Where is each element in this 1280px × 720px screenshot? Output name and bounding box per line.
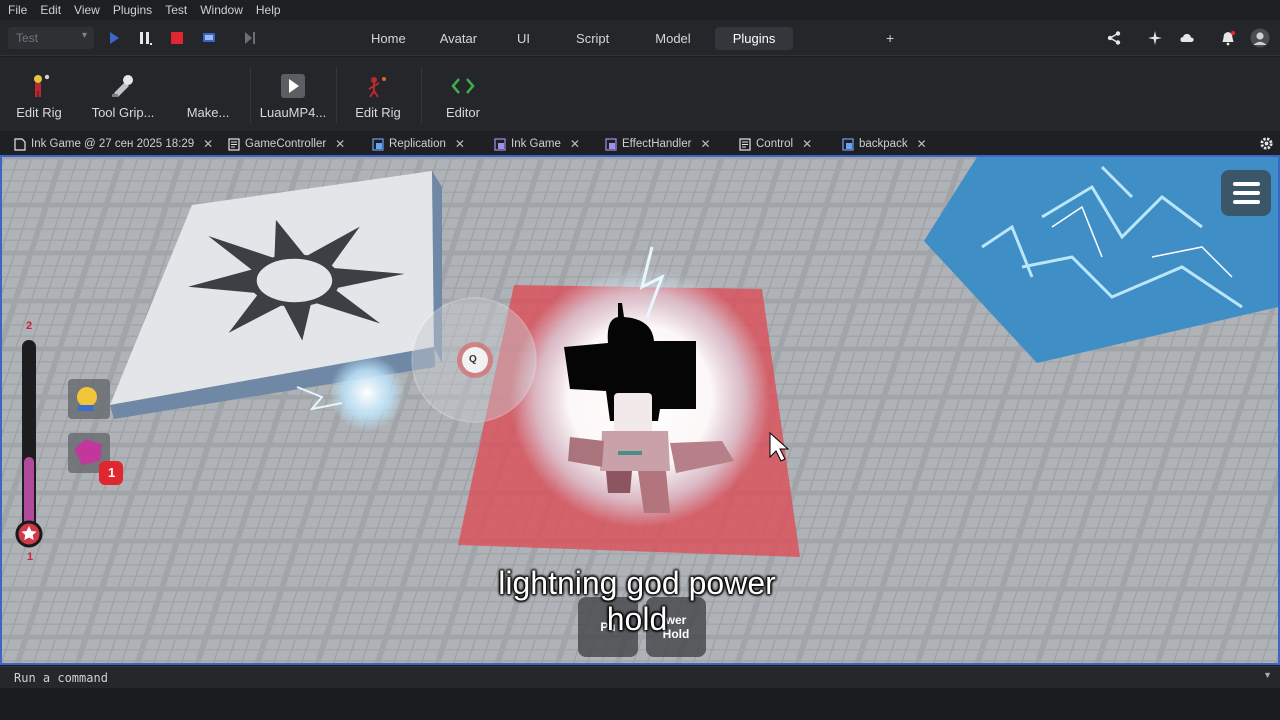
notifications-bell-icon[interactable]: [1220, 30, 1236, 46]
editor-label: Editor: [446, 105, 480, 120]
menu-edit[interactable]: Edit: [40, 3, 69, 17]
pause-icon[interactable]: [137, 30, 153, 46]
tab-ui[interactable]: UI: [495, 27, 552, 50]
doc-tab-label: EffectHandler: [622, 138, 692, 150]
doc-tab-replication[interactable]: Replication ✕: [372, 135, 465, 153]
rig-edit-icon: [368, 77, 386, 98]
command-input[interactable]: [6, 668, 1246, 688]
document-tabs: Ink Game @ 27 сен 2025 18:29 ✕ GameContr…: [0, 131, 1280, 157]
tab-model[interactable]: Model: [633, 27, 712, 50]
doc-tab-label: Replication: [389, 138, 446, 150]
doc-tab-label: Ink Game: [511, 138, 561, 150]
make-icon: [195, 73, 221, 99]
make-button[interactable]: Make...: [182, 73, 234, 120]
code-editor-icon: [451, 78, 475, 94]
avatar[interactable]: [1250, 28, 1270, 48]
menu-view[interactable]: View: [74, 3, 108, 17]
local-script-icon: [605, 137, 617, 151]
tab-avatar[interactable]: Avatar: [424, 27, 493, 50]
status-area: [0, 688, 1280, 720]
mode-select-value: Test: [16, 31, 39, 45]
play-video-icon: [281, 74, 305, 98]
module-script-icon: [842, 137, 854, 151]
close-icon[interactable]: ✕: [700, 137, 710, 151]
doc-tab-label: Ink Game @ 27 сен 2025 18:29: [31, 138, 195, 150]
chevron-down-icon: ▾: [81, 30, 87, 41]
ribbon-divider: [250, 67, 251, 123]
tool-grip-icon: [112, 75, 133, 97]
meter-top-value: 2: [26, 320, 33, 332]
menu-plugins[interactable]: Plugins: [113, 3, 160, 17]
edit-rig-label: Edit Rig: [16, 105, 62, 120]
game-viewport[interactable]: 2 1 1 Q Pu wer Hold lightning god power …: [0, 157, 1280, 665]
close-icon[interactable]: ✕: [917, 137, 927, 151]
client-server-icon[interactable]: [201, 30, 217, 46]
close-icon[interactable]: ✕: [802, 137, 812, 151]
doc-tab-label: GameController: [245, 138, 327, 150]
q-key-label: Q: [469, 354, 477, 365]
menu-window[interactable]: Window: [200, 3, 251, 17]
rig-figure-icon: [34, 74, 50, 97]
doc-tab-label: Control: [756, 138, 794, 150]
mode-select[interactable]: Test ▾: [8, 27, 94, 49]
menu-help[interactable]: Help: [256, 3, 289, 17]
close-icon[interactable]: ✕: [455, 137, 465, 151]
gear-icon[interactable]: [1259, 136, 1274, 151]
menu-bar: File Edit View Plugins Test Window Help: [0, 0, 1280, 20]
studio-window: File Edit View Plugins Test Window Help …: [0, 0, 1280, 720]
tool-grip-label: Tool Grip...: [91, 105, 155, 120]
edit-rig-2-button[interactable]: Edit Rig: [349, 73, 407, 120]
edit-rig-button[interactable]: Edit Rig: [10, 73, 68, 120]
place-file-icon: [14, 137, 26, 151]
menu-test[interactable]: Test: [165, 3, 195, 17]
script-icon: [739, 137, 751, 151]
doc-tab-control[interactable]: Control ✕: [739, 135, 812, 153]
share-icon[interactable]: [1106, 30, 1122, 46]
close-icon[interactable]: ✕: [203, 137, 213, 151]
tab-home[interactable]: Home: [355, 27, 422, 50]
step-forward-icon[interactable]: [242, 30, 258, 46]
chevron-down-icon[interactable]: ▼: [1263, 670, 1272, 680]
luaump4-button[interactable]: LuauMP4...: [258, 73, 328, 120]
menu-file[interactable]: File: [8, 3, 35, 17]
video-caption: lightning god power hold: [442, 565, 832, 637]
tab-script[interactable]: Script: [554, 27, 631, 50]
stop-icon[interactable]: [169, 30, 185, 46]
badge-count: 1: [108, 465, 116, 480]
doc-tab-ink-game-place[interactable]: Ink Game @ 27 сен 2025 18:29 ✕: [14, 135, 213, 153]
ribbon-divider: [336, 67, 337, 123]
cloud-icon[interactable]: [1179, 30, 1195, 46]
luaump4-label: LuauMP4...: [259, 105, 327, 120]
local-script-icon: [494, 137, 506, 151]
editor-button[interactable]: Editor: [436, 73, 490, 120]
ribbon-tabs: Home Avatar UI Script Model Plugins: [355, 27, 795, 50]
main-toolbar: Test ▾ Home Avatar UI Script Model Plugi…: [0, 20, 1280, 56]
doc-tab-ink-game[interactable]: Ink Game ✕: [494, 135, 580, 153]
assistant-sparkle-icon[interactable]: [1147, 30, 1163, 46]
edit-rig-2-label: Edit Rig: [355, 105, 401, 120]
plugins-ribbon: Edit Rig Tool Grip... Make... LuauMP4...…: [0, 57, 1280, 131]
doc-tab-label: backpack: [859, 138, 908, 150]
tab-plugins[interactable]: Plugins: [714, 27, 794, 50]
ribbon-divider: [421, 67, 422, 123]
make-label: Make...: [186, 105, 230, 120]
meter-bottom-value: 1: [27, 551, 34, 563]
doc-tab-effecthandler[interactable]: EffectHandler ✕: [605, 135, 711, 153]
caption-line-2: hold: [606, 601, 668, 637]
script-icon: [228, 137, 240, 151]
menu-icon[interactable]: [1221, 170, 1271, 216]
doc-tab-backpack[interactable]: backpack ✕: [842, 135, 927, 153]
close-icon[interactable]: ✕: [570, 137, 580, 151]
command-bar: ▼: [0, 666, 1280, 688]
add-tab-button[interactable]: +: [886, 30, 894, 46]
play-icon[interactable]: [106, 30, 122, 46]
module-script-icon: [372, 137, 384, 151]
caption-line-1: lightning god power: [498, 565, 776, 601]
tool-grip-button[interactable]: Tool Grip...: [88, 73, 158, 120]
close-icon[interactable]: ✕: [335, 137, 345, 151]
doc-tab-gamecontroller[interactable]: GameController ✕: [228, 135, 345, 153]
